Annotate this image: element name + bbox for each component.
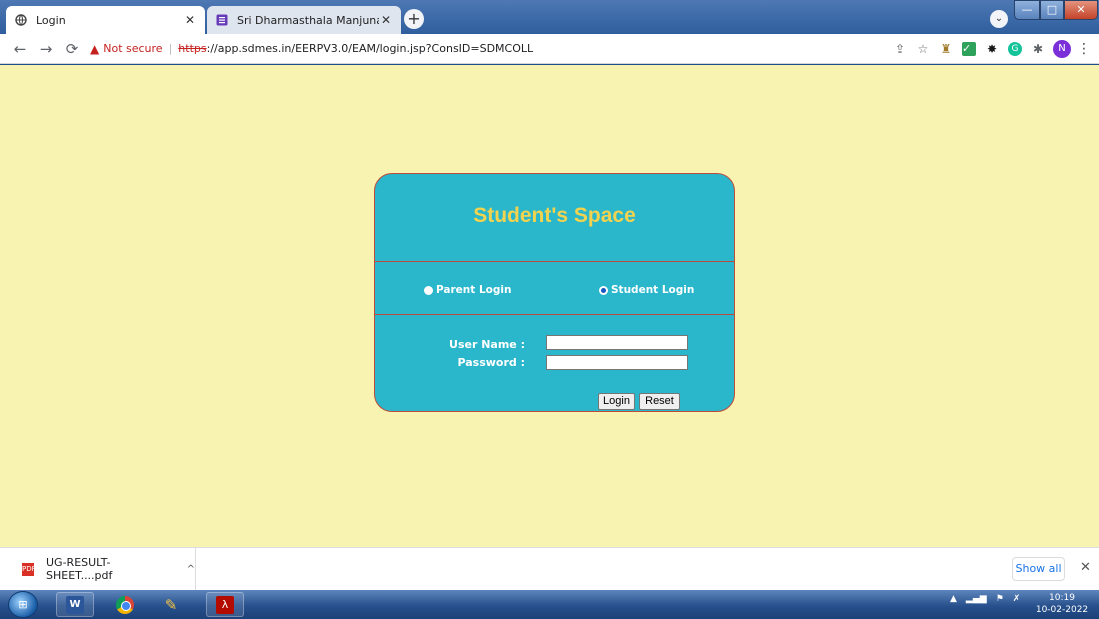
share-icon[interactable]: ⇪ bbox=[889, 39, 911, 59]
username-label: User Name : bbox=[449, 338, 525, 351]
browser-toolbar: ← → ⟳ ▲ Not secure | https ://app.sdmes.… bbox=[0, 34, 1099, 64]
close-icon[interactable]: ✕ bbox=[1080, 560, 1091, 575]
page-title: Student's Space bbox=[473, 204, 636, 227]
student-login-label: Student Login bbox=[611, 284, 695, 296]
system-tray: ▲ ▂▄▆ ⚑ ✗ bbox=[950, 594, 1029, 604]
divider bbox=[375, 261, 734, 262]
chrome-icon bbox=[116, 595, 134, 614]
pdf-icon: PDF bbox=[22, 562, 36, 576]
tab-search-chevron-icon[interactable]: ⌄ bbox=[990, 10, 1008, 28]
password-label: Password : bbox=[457, 356, 525, 369]
chevron-up-icon[interactable]: ^ bbox=[187, 564, 195, 575]
password-input[interactable] bbox=[546, 355, 688, 370]
parent-login-radio[interactable] bbox=[424, 285, 433, 295]
student-login-option[interactable]: Student Login bbox=[599, 284, 694, 296]
url-separator: | bbox=[168, 42, 173, 55]
reload-icon[interactable]: ⟳ bbox=[60, 37, 84, 61]
tab-sdm[interactable]: Sri Dharmasthala Manjunathesh ✕ bbox=[207, 6, 401, 34]
new-tab-button[interactable]: + bbox=[404, 9, 424, 29]
signal-icon[interactable]: ▂▄▆ bbox=[966, 594, 987, 604]
acrobat-icon: λ bbox=[216, 595, 234, 614]
not-secure-label: Not secure bbox=[103, 42, 163, 55]
download-item[interactable]: PDF UG-RESULT-SHEET....pdf ^ bbox=[0, 548, 196, 590]
tab-login[interactable]: Login ✕ bbox=[6, 6, 205, 34]
forms-icon bbox=[215, 13, 229, 27]
url-path: ://app.sdmes.in/EERPV3.0/EAM/login.jsp?C… bbox=[206, 42, 534, 55]
address-bar[interactable]: ▲ Not secure | https ://app.sdmes.in/EER… bbox=[90, 37, 888, 61]
tab-close-icon[interactable]: ✕ bbox=[379, 13, 393, 27]
download-file-name: UG-RESULT-SHEET....pdf bbox=[46, 556, 113, 582]
page-viewport: Student's Space Parent Login Student Log… bbox=[0, 65, 1099, 547]
tab-close-icon[interactable]: ✕ bbox=[183, 13, 197, 27]
parent-login-option[interactable]: Parent Login bbox=[424, 284, 511, 296]
login-card: Student's Space Parent Login Student Log… bbox=[374, 173, 735, 412]
checkmark-extension-icon[interactable]: ✓ bbox=[958, 39, 980, 59]
bookmark-star-icon[interactable]: ☆ bbox=[912, 39, 934, 59]
tab-title: Sri Dharmasthala Manjunathesh bbox=[237, 13, 379, 27]
minimize-button[interactable]: — bbox=[1014, 0, 1040, 20]
divider bbox=[375, 314, 734, 315]
evernote-icon[interactable]: ✸ bbox=[981, 39, 1003, 59]
taskbar-word[interactable]: W bbox=[56, 592, 94, 617]
taskbar-acrobat[interactable]: λ bbox=[206, 592, 244, 617]
puzzle-icon[interactable]: ✱ bbox=[1027, 39, 1049, 59]
show-all-button[interactable]: Show all bbox=[1012, 557, 1065, 581]
username-input[interactable] bbox=[546, 335, 688, 350]
download-bar: PDF UG-RESULT-SHEET....pdf ^ Show all ✕ bbox=[0, 547, 1099, 590]
url-scheme: https bbox=[178, 42, 207, 55]
extensions-area: ⇪ ☆ ♜ ✓ ✸ G ✱ N ⋮ bbox=[888, 39, 1091, 59]
taskbar-paint[interactable]: ✎ bbox=[152, 592, 190, 617]
kebab-menu-icon[interactable]: ⋮ bbox=[1077, 41, 1091, 57]
show-hidden-icons-icon[interactable]: ▲ bbox=[950, 594, 957, 604]
tab-title: Login bbox=[36, 13, 66, 27]
clock-time: 10:19 bbox=[1049, 593, 1075, 603]
clock-date: 10-02-2022 bbox=[1035, 605, 1089, 615]
start-button[interactable]: ⊞ bbox=[8, 591, 38, 618]
back-arrow-icon[interactable]: ← bbox=[8, 37, 32, 61]
globe-icon bbox=[14, 13, 28, 27]
student-login-radio[interactable] bbox=[599, 285, 608, 295]
parent-login-label: Parent Login bbox=[436, 284, 512, 296]
paint-icon: ✎ bbox=[164, 595, 178, 614]
flag-icon[interactable]: ⚑ bbox=[996, 594, 1004, 604]
profile-avatar[interactable]: N bbox=[1053, 39, 1071, 58]
forward-arrow-icon[interactable]: → bbox=[34, 37, 58, 61]
maximize-button[interactable]: □ bbox=[1040, 0, 1064, 20]
clock[interactable]: 10:19 10-02-2022 bbox=[1033, 592, 1091, 616]
taskbar-chrome[interactable] bbox=[106, 592, 144, 617]
reset-button[interactable]: Reset bbox=[639, 393, 680, 410]
word-icon: W bbox=[66, 595, 84, 614]
warning-icon: ▲ bbox=[90, 41, 100, 56]
browser-tab-strip: Login ✕ Sri Dharmasthala Manjunathesh ✕ … bbox=[0, 0, 1099, 34]
extension-icon[interactable]: ♜ bbox=[935, 39, 957, 59]
pdf-tray-icon[interactable]: ✗ bbox=[1013, 594, 1021, 604]
grammarly-icon[interactable]: G bbox=[1004, 39, 1026, 59]
close-window-button[interactable]: ✕ bbox=[1064, 0, 1098, 20]
taskbar: ⊞ W ✎ λ ▲ ▂▄▆ ⚑ ✗ 10:19 10-02-2022 bbox=[0, 590, 1099, 619]
login-button[interactable]: Login bbox=[598, 393, 635, 410]
